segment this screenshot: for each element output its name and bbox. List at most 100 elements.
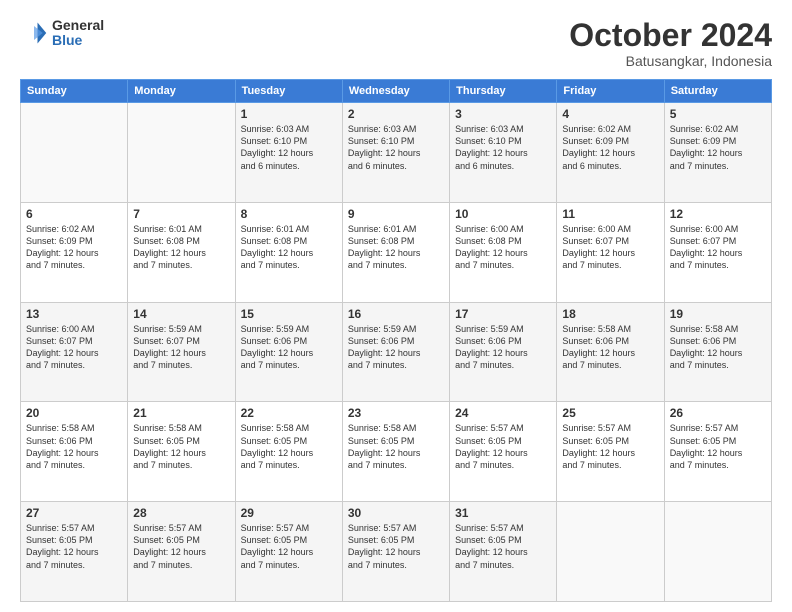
day-info: Sunrise: 6:03 AM Sunset: 6:10 PM Dayligh… [241,123,337,172]
header-row: Sunday Monday Tuesday Wednesday Thursday… [21,80,772,103]
col-tuesday: Tuesday [235,80,342,103]
day-cell: 3 Sunrise: 6:03 AM Sunset: 6:10 PM Daylig… [450,103,557,203]
day-number: 30 [348,506,444,520]
day-cell: 31 Sunrise: 5:57 AM Sunset: 6:05 PM Dayli… [450,502,557,602]
day-number: 8 [241,207,337,221]
day-number: 3 [455,107,551,121]
day-cell: 10 Sunrise: 6:00 AM Sunset: 6:08 PM Dayli… [450,202,557,302]
day-info: Sunrise: 6:03 AM Sunset: 6:10 PM Dayligh… [455,123,551,172]
day-info: Sunrise: 6:02 AM Sunset: 6:09 PM Dayligh… [562,123,658,172]
day-info: Sunrise: 5:57 AM Sunset: 6:05 PM Dayligh… [670,422,766,471]
day-info: Sunrise: 5:59 AM Sunset: 6:06 PM Dayligh… [455,323,551,372]
logo-icon [20,19,48,47]
day-cell: 29 Sunrise: 5:57 AM Sunset: 6:05 PM Dayli… [235,502,342,602]
day-info: Sunrise: 5:59 AM Sunset: 6:06 PM Dayligh… [348,323,444,372]
day-cell: 4 Sunrise: 6:02 AM Sunset: 6:09 PM Daylig… [557,103,664,203]
day-info: Sunrise: 6:00 AM Sunset: 6:07 PM Dayligh… [562,223,658,272]
day-info: Sunrise: 6:00 AM Sunset: 6:07 PM Dayligh… [26,323,122,372]
calendar-table: Sunday Monday Tuesday Wednesday Thursday… [20,79,772,602]
day-cell: 14Sunrise: 5:59 AM Sunset: 6:07 PM Dayli… [128,302,235,402]
day-info: Sunrise: 5:57 AM Sunset: 6:05 PM Dayligh… [562,422,658,471]
day-info: Sunrise: 5:58 AM Sunset: 6:05 PM Dayligh… [348,422,444,471]
day-info: Sunrise: 5:58 AM Sunset: 6:06 PM Dayligh… [562,323,658,372]
day-number: 21 [133,406,229,420]
logo-line2: Blue [52,33,104,48]
day-info: Sunrise: 6:03 AM Sunset: 6:10 PM Dayligh… [348,123,444,172]
day-cell: 17 Sunrise: 5:59 AM Sunset: 6:06 PM Dayli… [450,302,557,402]
day-cell: 21Sunrise: 5:58 AM Sunset: 6:05 PM Dayli… [128,402,235,502]
day-info: Sunrise: 6:01 AM Sunset: 6:08 PM Dayligh… [348,223,444,272]
day-number: 15 [241,307,337,321]
week-row-1: 1 Sunrise: 6:03 AM Sunset: 6:10 PM Daylig… [21,103,772,203]
day-number: 29 [241,506,337,520]
day-cell: 2 Sunrise: 6:03 AM Sunset: 6:10 PM Daylig… [342,103,449,203]
location-subtitle: Batusangkar, Indonesia [569,53,772,69]
day-cell: 20 Sunrise: 5:58 AM Sunset: 6:06 PM Dayli… [21,402,128,502]
day-cell: 1 Sunrise: 6:03 AM Sunset: 6:10 PM Daylig… [235,103,342,203]
col-monday: Monday [128,80,235,103]
col-friday: Friday [557,80,664,103]
day-cell: 9 Sunrise: 6:01 AM Sunset: 6:08 PM Daylig… [342,202,449,302]
day-cell: 18 Sunrise: 5:58 AM Sunset: 6:06 PM Dayli… [557,302,664,402]
day-number: 17 [455,307,551,321]
day-info: Sunrise: 5:58 AM Sunset: 6:06 PM Dayligh… [26,422,122,471]
col-thursday: Thursday [450,80,557,103]
day-number: 20 [26,406,122,420]
day-cell: 7Sunrise: 6:01 AM Sunset: 6:08 PM Daylig… [128,202,235,302]
title-section: October 2024 Batusangkar, Indonesia [569,18,772,69]
day-cell: 5Sunrise: 6:02 AM Sunset: 6:09 PM Daylig… [664,103,771,203]
day-cell: 15 Sunrise: 5:59 AM Sunset: 6:06 PM Dayli… [235,302,342,402]
day-cell: 25 Sunrise: 5:57 AM Sunset: 6:05 PM Dayli… [557,402,664,502]
day-number: 23 [348,406,444,420]
col-saturday: Saturday [664,80,771,103]
day-info: Sunrise: 5:57 AM Sunset: 6:05 PM Dayligh… [455,522,551,571]
day-info: Sunrise: 6:02 AM Sunset: 6:09 PM Dayligh… [670,123,766,172]
day-cell: 16 Sunrise: 5:59 AM Sunset: 6:06 PM Dayli… [342,302,449,402]
day-number: 19 [670,307,766,321]
month-title: October 2024 [569,18,772,53]
day-cell: 12Sunrise: 6:00 AM Sunset: 6:07 PM Dayli… [664,202,771,302]
day-cell: 24Sunrise: 5:57 AM Sunset: 6:05 PM Dayli… [450,402,557,502]
logo-text: General Blue [52,18,104,49]
day-cell [664,502,771,602]
day-cell [128,103,235,203]
day-cell: 22Sunrise: 5:58 AM Sunset: 6:05 PM Dayli… [235,402,342,502]
day-cell: 28Sunrise: 5:57 AM Sunset: 6:05 PM Dayli… [128,502,235,602]
day-number: 13 [26,307,122,321]
day-cell: 11 Sunrise: 6:00 AM Sunset: 6:07 PM Dayli… [557,202,664,302]
day-number: 10 [455,207,551,221]
day-info: Sunrise: 6:01 AM Sunset: 6:08 PM Dayligh… [241,223,337,272]
day-info: Sunrise: 5:58 AM Sunset: 6:06 PM Dayligh… [670,323,766,372]
day-cell [21,103,128,203]
day-cell: 30 Sunrise: 5:57 AM Sunset: 6:05 PM Dayli… [342,502,449,602]
day-info: Sunrise: 5:57 AM Sunset: 6:05 PM Dayligh… [241,522,337,571]
day-number: 31 [455,506,551,520]
day-cell: 13 Sunrise: 6:00 AM Sunset: 6:07 PM Dayli… [21,302,128,402]
day-cell [557,502,664,602]
day-info: Sunrise: 6:00 AM Sunset: 6:08 PM Dayligh… [455,223,551,272]
day-number: 14 [133,307,229,321]
day-info: Sunrise: 5:59 AM Sunset: 6:06 PM Dayligh… [241,323,337,372]
day-number: 11 [562,207,658,221]
day-number: 18 [562,307,658,321]
day-number: 6 [26,207,122,221]
day-number: 4 [562,107,658,121]
day-number: 24 [455,406,551,420]
week-row-5: 27 Sunrise: 5:57 AM Sunset: 6:05 PM Dayli… [21,502,772,602]
calendar-body: 1 Sunrise: 6:03 AM Sunset: 6:10 PM Daylig… [21,103,772,602]
logo: General Blue [20,18,104,49]
week-row-3: 13 Sunrise: 6:00 AM Sunset: 6:07 PM Dayli… [21,302,772,402]
day-number: 2 [348,107,444,121]
day-info: Sunrise: 5:57 AM Sunset: 6:05 PM Dayligh… [348,522,444,571]
day-info: Sunrise: 6:02 AM Sunset: 6:09 PM Dayligh… [26,223,122,272]
day-number: 27 [26,506,122,520]
day-cell: 19 Sunrise: 5:58 AM Sunset: 6:06 PM Dayli… [664,302,771,402]
day-number: 16 [348,307,444,321]
day-number: 9 [348,207,444,221]
week-row-4: 20 Sunrise: 5:58 AM Sunset: 6:06 PM Dayli… [21,402,772,502]
week-row-2: 6 Sunrise: 6:02 AM Sunset: 6:09 PM Daylig… [21,202,772,302]
day-number: 22 [241,406,337,420]
day-number: 1 [241,107,337,121]
day-info: Sunrise: 5:57 AM Sunset: 6:05 PM Dayligh… [26,522,122,571]
day-number: 25 [562,406,658,420]
